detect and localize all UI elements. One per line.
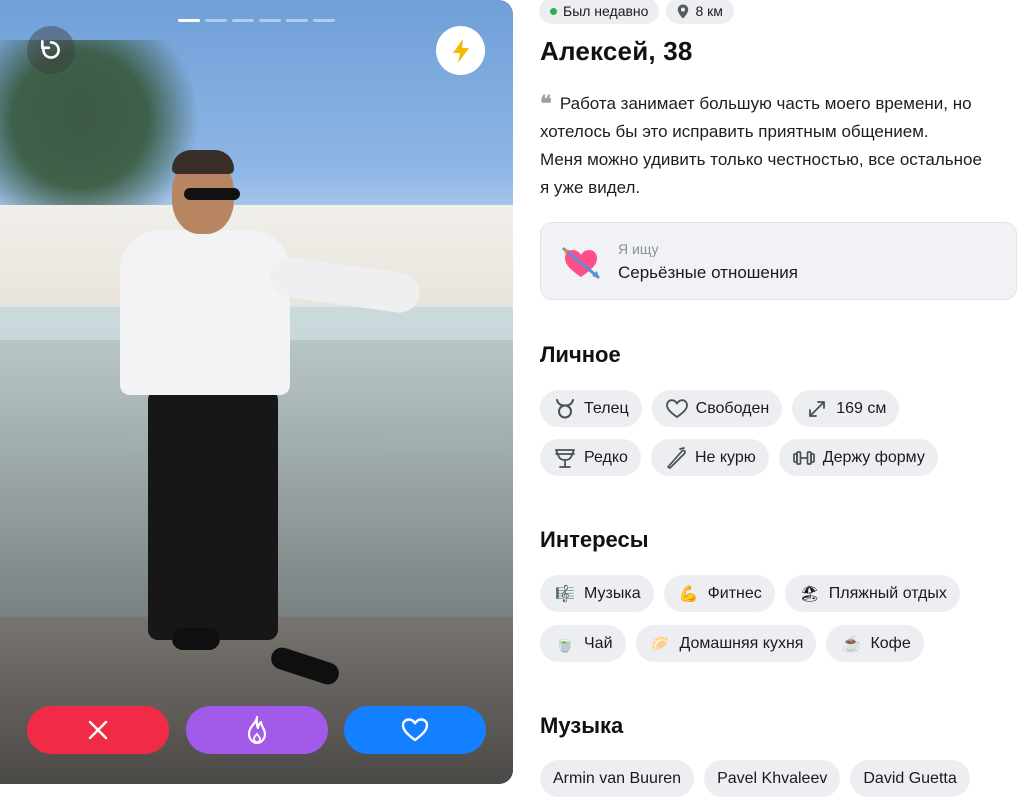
status-row: Был недавно 8 км — [539, 0, 734, 24]
photo-progress-segment[interactable] — [259, 19, 281, 22]
expand-icon — [809, 400, 826, 417]
glass-icon — [555, 448, 575, 468]
beach-umbrella-icon: 🏖 — [799, 585, 820, 603]
boost-button[interactable] — [436, 26, 485, 75]
section-title-music: Музыка — [540, 713, 624, 738]
looking-for-card: Я ищу Серьёзные отношения — [540, 222, 1017, 300]
bio-line: Меня можно удивить только честностью, вс… — [540, 150, 982, 169]
music-notes-icon: 🎼 — [555, 585, 575, 603]
chip-label: Pavel Khvaleev — [717, 769, 828, 787]
personal-chips-row-1: Телец Свободен 169 см — [540, 390, 900, 427]
section-title-personal: Личное — [540, 342, 621, 367]
undo-icon — [41, 40, 60, 59]
section-title-interests: Интересы — [540, 527, 649, 552]
heart-arrow-icon — [562, 247, 600, 279]
chip-label: 169 см — [836, 399, 887, 417]
chip-label: Домашняя кухня — [679, 634, 804, 652]
fire-icon — [247, 715, 267, 745]
lightning-icon — [452, 38, 469, 63]
profile-photo[interactable] — [0, 0, 513, 784]
chip-label: Пляжный отдых — [828, 584, 947, 602]
coffee-icon: ☕ — [841, 635, 862, 653]
chip-label: Не курю — [694, 448, 756, 466]
chip-label: David Guetta — [863, 769, 957, 787]
distance-badge: 8 км — [666, 0, 734, 24]
chip-label: Музыка — [584, 584, 641, 602]
photo-progress-segment[interactable] — [232, 19, 254, 22]
interest-chip-fitness: 💪 Фитнес — [663, 575, 775, 612]
personal-chip-relationship: Свободен — [651, 390, 783, 427]
chip-label: Armin van Buuren — [553, 769, 682, 787]
flexed-biceps-icon: 💪 — [678, 585, 699, 603]
photo-progress-segment[interactable] — [178, 19, 200, 22]
chip-label: Редко — [584, 448, 628, 466]
heart-outline-icon — [665, 398, 688, 418]
interest-chip-tea: 🍵 Чай — [540, 625, 626, 662]
bio-line: Работа занимает большую часть моего врем… — [559, 94, 972, 113]
like-button[interactable] — [344, 706, 486, 754]
online-status-badge: Был недавно — [539, 0, 660, 24]
dislike-button[interactable] — [27, 706, 169, 754]
interests-chips-row-1: 🎼 Музыка 💪 Фитнес 🏖 Пляжный отдых — [540, 575, 960, 612]
bio-line: я уже видел. — [540, 178, 641, 197]
music-chips-row: Armin van Buuren Pavel Khvaleev David Gu… — [540, 760, 970, 797]
personal-chip-alcohol: Редко — [540, 439, 641, 476]
teapot-icon: 🍵 — [555, 635, 575, 653]
undo-button[interactable] — [27, 26, 75, 74]
interest-chip-music: 🎼 Музыка — [540, 575, 654, 612]
bio-line: хотелось бы это исправить приятным общен… — [540, 122, 929, 141]
interest-chip-coffee: ☕ Кофе — [826, 625, 924, 662]
online-status-text: Был недавно — [563, 3, 649, 19]
photo-person — [120, 150, 423, 688]
profile-name-age: Алексей, 38 — [540, 36, 693, 66]
music-chip: Pavel Khvaleev — [704, 760, 841, 797]
personal-chips-row-2: Редко Не курю Держу форму — [540, 439, 938, 476]
close-icon — [88, 720, 108, 740]
chip-label: Свободен — [695, 399, 770, 417]
distance-text: 8 км — [695, 3, 723, 19]
interests-chips-row-2: 🍵 Чай 🥟 Домашняя кухня ☕ Кофе — [540, 625, 924, 662]
personal-chip-height: 169 см — [792, 390, 900, 427]
dumbbell-icon — [792, 450, 815, 465]
photo-progress-segment[interactable] — [286, 19, 308, 22]
chip-label: Фитнес — [707, 584, 762, 602]
photo-progress-segment[interactable] — [313, 19, 335, 22]
personal-chip-smoking: Не курю — [650, 439, 769, 476]
chip-label: Чай — [584, 634, 613, 652]
personal-chip-zodiac: Телец — [540, 390, 642, 427]
looking-for-caption: Я ищу — [618, 241, 659, 257]
online-dot-icon — [550, 7, 557, 15]
chip-label: Кофе — [870, 634, 911, 652]
taurus-icon — [556, 398, 574, 418]
photo-progress-indicator — [178, 19, 335, 22]
personal-chip-fitness: Держу форму — [778, 439, 938, 476]
music-chip: David Guetta — [850, 760, 970, 797]
interest-chip-beach: 🏖 Пляжный отдых — [784, 575, 960, 612]
no-smoking-icon — [667, 446, 686, 469]
music-chip: Armin van Buuren — [540, 760, 695, 797]
dumpling-icon: 🥟 — [650, 635, 671, 653]
quote-icon: ❝ — [540, 91, 552, 116]
interest-chip-home-cooking: 🥟 Домашняя кухня — [635, 625, 817, 662]
chip-label: Держу форму — [822, 448, 925, 466]
photo-progress-segment[interactable] — [205, 19, 227, 22]
chip-label: Телец — [584, 399, 629, 417]
superlike-button[interactable] — [186, 706, 328, 754]
profile-details: Был недавно 8 км Алексей, 38 ❝ Работа зан… — [539, 0, 1019, 797]
looking-for-value: Серьёзные отношения — [618, 263, 798, 282]
profile-bio: ❝ Работа занимает большую часть моего вре… — [540, 90, 1018, 202]
location-pin-icon — [678, 4, 689, 18]
heart-icon — [401, 718, 429, 742]
